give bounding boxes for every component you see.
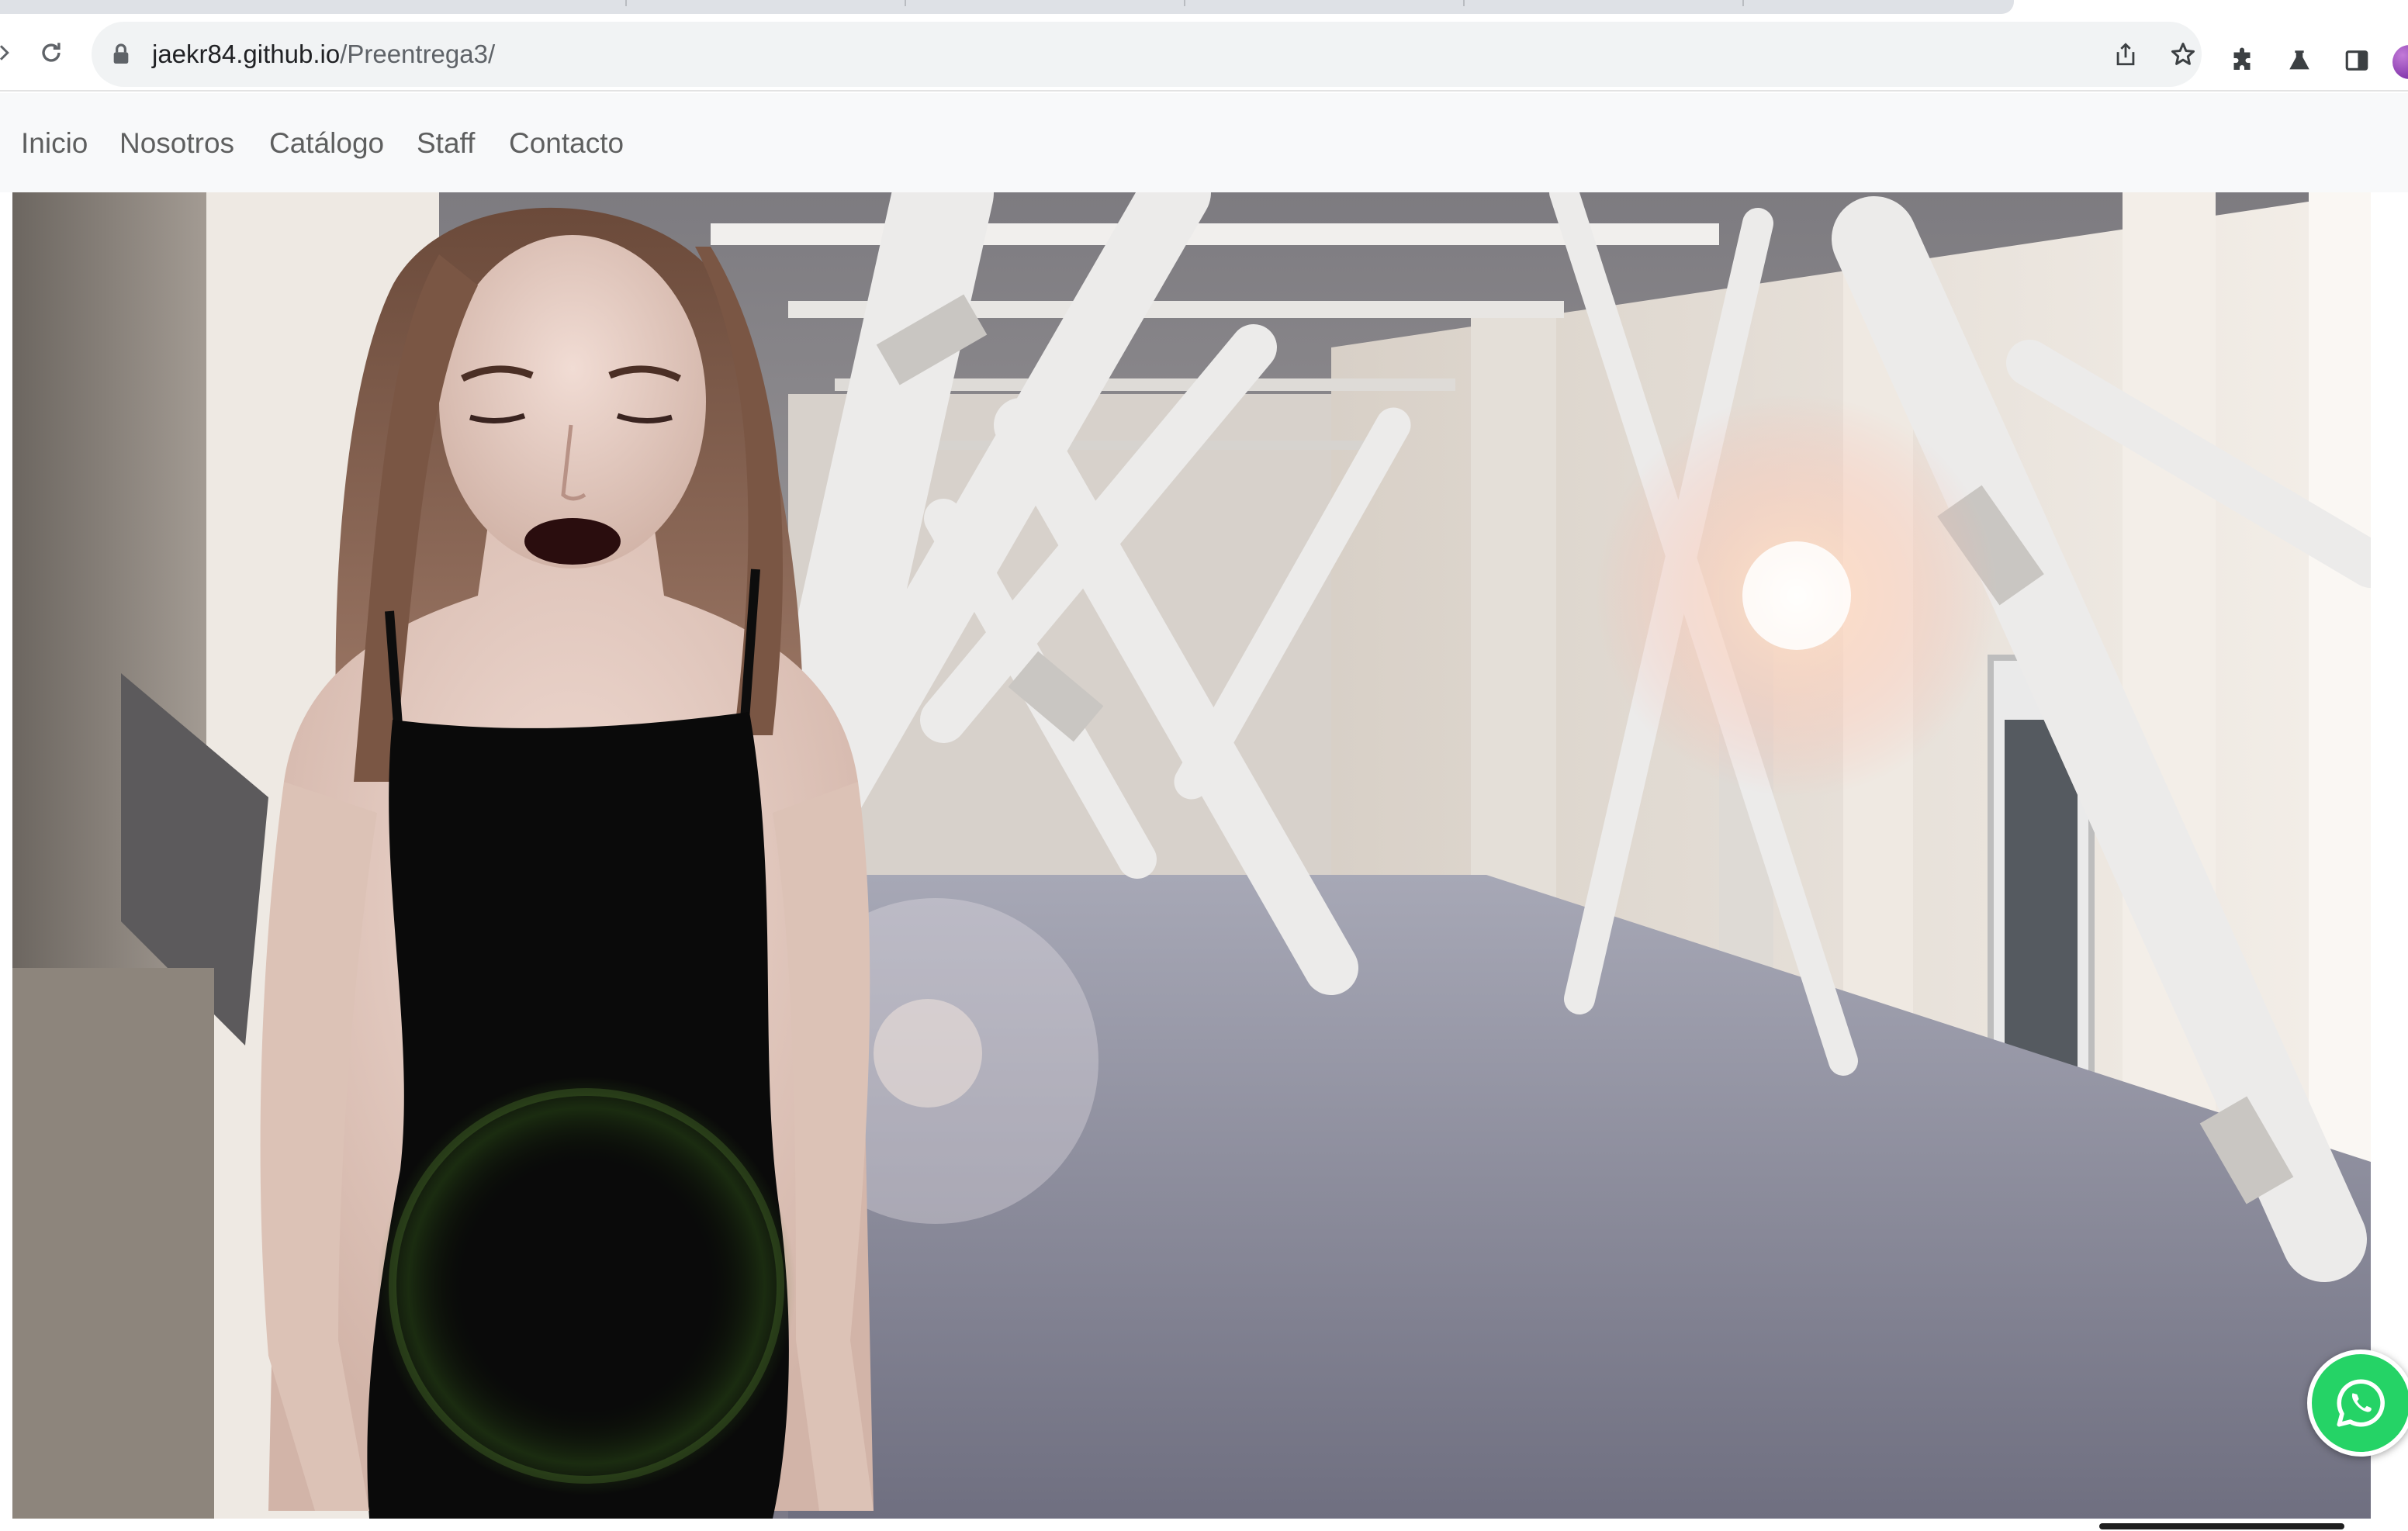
labs-flask-icon[interactable]: [2278, 39, 2321, 82]
nav-link-nosotros[interactable]: Nosotros: [119, 126, 234, 161]
nav-link-inicio[interactable]: Inicio: [21, 126, 88, 161]
page-bottom-strip: [0, 1519, 2408, 1531]
nav-link-staff[interactable]: Staff: [417, 126, 475, 161]
nav-link-catalogo[interactable]: Catálogo: [269, 126, 384, 161]
forward-icon[interactable]: [0, 31, 26, 74]
share-icon[interactable]: [2107, 36, 2144, 73]
hero-image: [12, 192, 2371, 1519]
whatsapp-icon: [2337, 1379, 2385, 1427]
browser-toolbar: jaekr84.github.io/Preentrega3/: [0, 14, 2408, 92]
bookmark-star-icon[interactable]: [2164, 36, 2202, 73]
profile-avatar[interactable]: [2392, 45, 2408, 79]
horizontal-scrollbar[interactable]: [2099, 1523, 2344, 1529]
address-bar[interactable]: jaekr84.github.io/Preentrega3/: [92, 22, 2202, 87]
site-navbar: Inicio Nosotros Catálogo Staff Contacto: [0, 93, 2408, 192]
extensions-puzzle-icon[interactable]: [2220, 39, 2264, 82]
hero-photo: [12, 192, 2371, 1519]
browser-tab-strip: [0, 0, 2408, 14]
inactive-tabs[interactable]: [0, 0, 2014, 14]
lock-icon[interactable]: [109, 42, 133, 67]
url-text[interactable]: jaekr84.github.io/Preentrega3/: [152, 37, 495, 71]
url-path: /Preentrega3/: [340, 40, 496, 68]
reload-icon[interactable]: [29, 31, 73, 74]
nav-link-contacto[interactable]: Contacto: [509, 126, 624, 161]
whatsapp-button[interactable]: [2307, 1350, 2408, 1457]
side-panel-icon[interactable]: [2335, 39, 2379, 82]
url-host: jaekr84.github.io: [152, 40, 341, 68]
